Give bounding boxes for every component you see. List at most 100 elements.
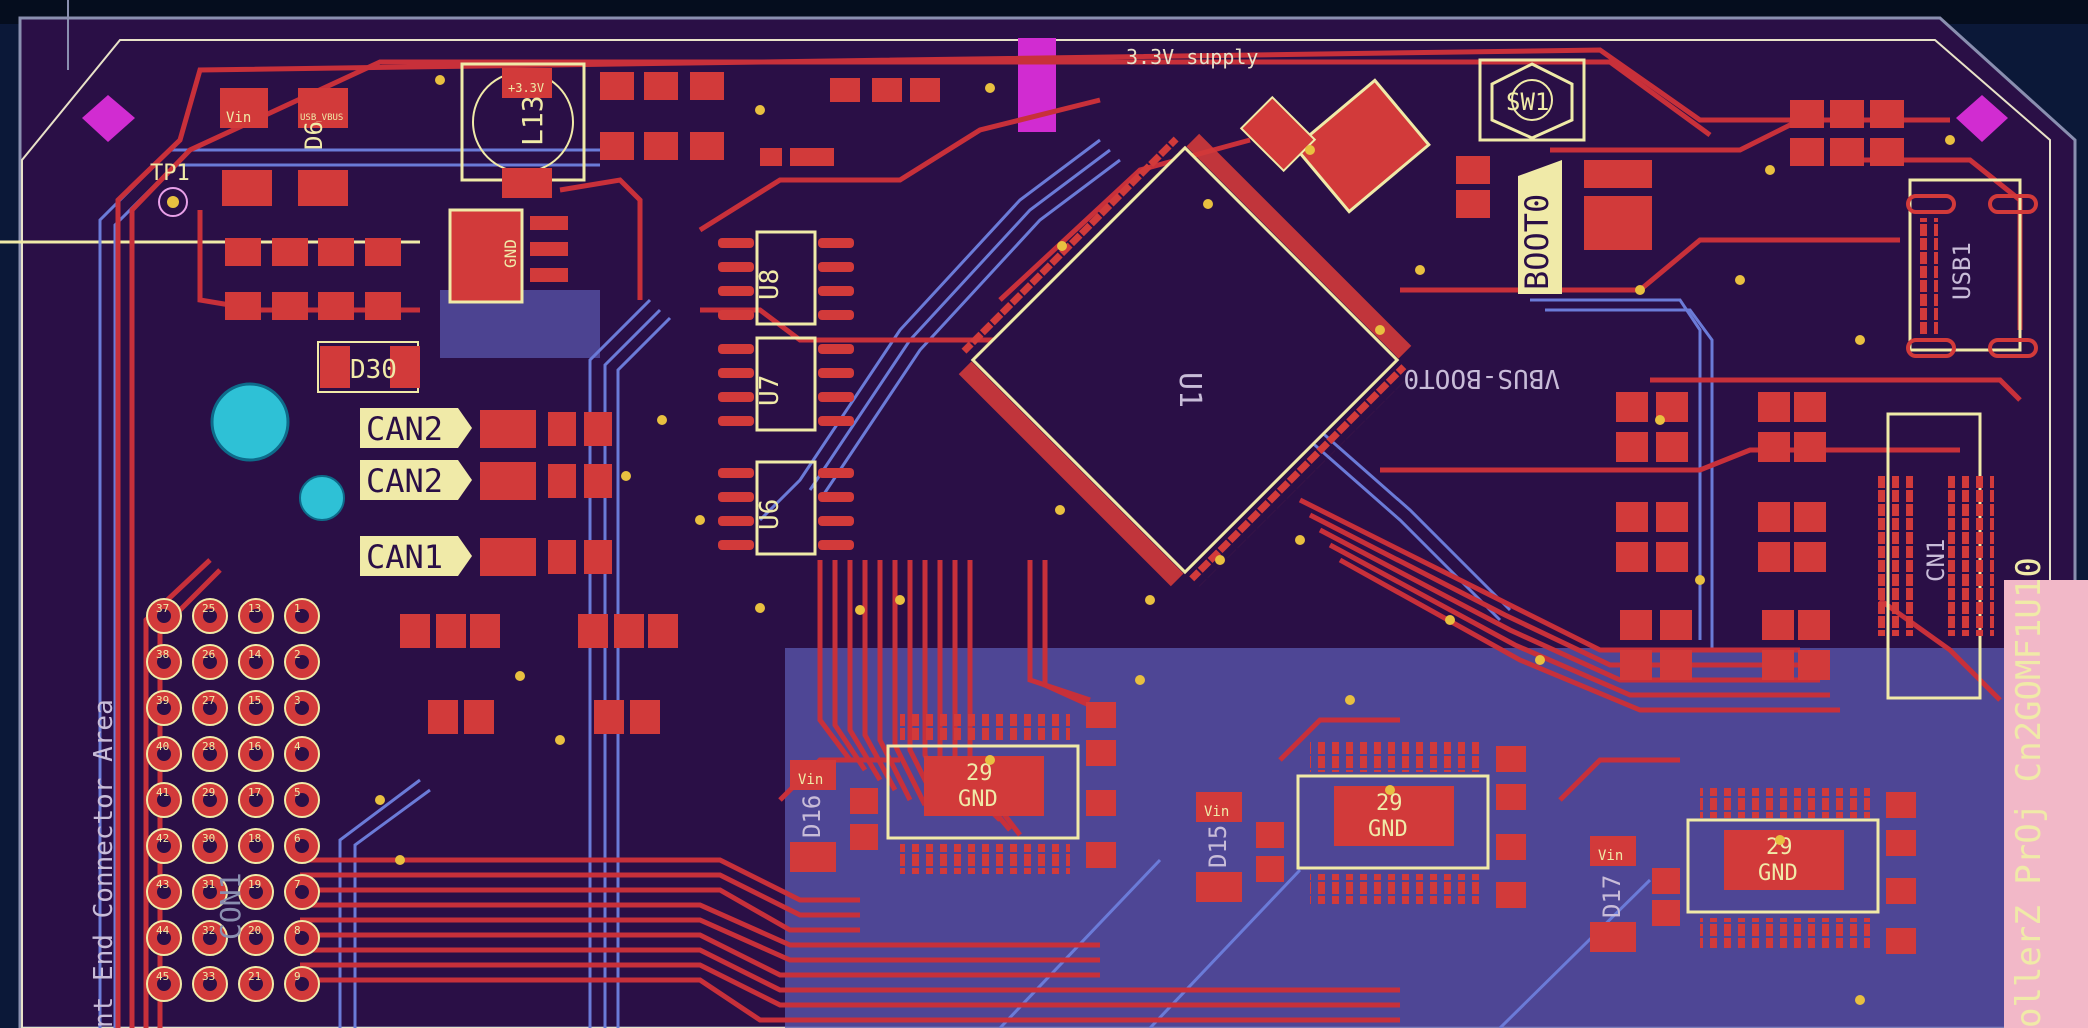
header-pin-number: 14 xyxy=(248,648,262,661)
header-pin-number: 27 xyxy=(202,694,215,707)
via xyxy=(1135,675,1145,685)
d16-vin-label: Vin xyxy=(798,772,823,788)
con1-label: CON1 xyxy=(214,873,247,940)
header-pin-number: 15 xyxy=(248,694,261,707)
via xyxy=(1415,265,1425,275)
d6-label: D6 xyxy=(300,121,328,150)
ic-bottom-1-net: GND xyxy=(958,787,998,812)
header-pin-number: 5 xyxy=(294,786,301,799)
via xyxy=(985,755,995,765)
d15-label: D15 xyxy=(1204,825,1232,868)
area-label: nt End Connector Area xyxy=(89,699,119,1028)
via xyxy=(1655,415,1665,425)
d16-label: D16 xyxy=(798,795,826,838)
vbus-boot0-label: VBUS-BOOT0 xyxy=(1403,363,1560,393)
cn1-label: CN1 xyxy=(1922,539,1950,582)
via xyxy=(1203,199,1213,209)
via xyxy=(555,735,565,745)
via xyxy=(621,471,631,481)
via xyxy=(1695,575,1705,585)
header-pin-number: 20 xyxy=(248,924,261,937)
boot0-label-text: BOOT0 xyxy=(1518,194,1556,290)
d17-label: D17 xyxy=(1598,875,1626,918)
via xyxy=(657,415,667,425)
can-label-3: CAN1 xyxy=(360,536,472,576)
via xyxy=(855,605,865,615)
can-label-2: CAN2 xyxy=(360,460,472,500)
header-pin-number: 28 xyxy=(202,740,215,753)
u7-label: U7 xyxy=(755,375,785,406)
via xyxy=(1765,165,1775,175)
header-pin-number: 37 xyxy=(156,602,169,615)
can-label-3-text: CAN1 xyxy=(366,538,443,576)
mounting-hole-small xyxy=(299,475,345,521)
header-pin-number: 30 xyxy=(202,832,215,845)
header-pin-number: 2 xyxy=(294,648,301,661)
header-pin-number: 4 xyxy=(294,740,301,753)
via xyxy=(1855,995,1865,1005)
header-pin-number: 29 xyxy=(202,786,215,799)
u8-label: U8 xyxy=(755,269,785,300)
header-pin-number: 18 xyxy=(248,832,261,845)
via xyxy=(1145,595,1155,605)
via xyxy=(1855,335,1865,345)
header-pin-number: 45 xyxy=(156,970,169,983)
header-pin-number: 1 xyxy=(294,602,301,615)
header-pin-number: 39 xyxy=(156,694,169,707)
header-pin-number: 7 xyxy=(294,878,301,891)
header-pin-number: 42 xyxy=(156,832,169,845)
via xyxy=(1735,275,1745,285)
mounting-hole-large xyxy=(210,382,290,462)
header-pin-number: 9 xyxy=(294,970,301,983)
supply-title: 3.3V supply xyxy=(1126,45,1258,69)
via xyxy=(395,855,405,865)
via xyxy=(1385,785,1395,795)
mcu-label: U1 xyxy=(1172,372,1207,408)
can-label-2-text: CAN2 xyxy=(366,462,443,500)
header-pin-number: 44 xyxy=(156,924,170,937)
d17-vin-label: Vin xyxy=(1598,848,1623,864)
header-pin-number: 43 xyxy=(156,878,169,891)
l13-label: L13 xyxy=(516,95,549,146)
via xyxy=(1775,835,1785,845)
can-label-1: CAN2 xyxy=(360,408,472,448)
header-pin-number: 38 xyxy=(156,648,169,661)
via xyxy=(985,83,995,93)
d15-vin-label: Vin xyxy=(1204,804,1229,820)
ic-bottom-3-net: GND xyxy=(1758,861,1798,886)
via xyxy=(1305,145,1315,155)
header-pin-number: 3 xyxy=(294,694,301,707)
via xyxy=(1635,285,1645,295)
pcb-canvas[interactable]: U1 U8 U7 U6 +3.3V L13 Vin USB_VBUS D6 TP… xyxy=(0,0,2088,1028)
via xyxy=(755,105,765,115)
header-pin-number: 25 xyxy=(202,602,215,615)
via xyxy=(895,595,905,605)
tp1-label: TP1 xyxy=(150,161,190,186)
ic-bottom-2-net: GND xyxy=(1368,817,1408,842)
via xyxy=(1945,135,1955,145)
d30-label: D30 xyxy=(350,355,397,385)
d6-vin-label: Vin xyxy=(226,110,251,126)
l13-v33-label: +3.3V xyxy=(508,81,544,95)
header-pin-number: 21 xyxy=(248,970,261,983)
via xyxy=(1295,535,1305,545)
can-label-1-text: CAN2 xyxy=(366,410,443,448)
via xyxy=(1445,615,1455,625)
header-pin-number: 33 xyxy=(202,970,215,983)
header-pin-number: 13 xyxy=(248,602,261,615)
header-pin-number: 40 xyxy=(156,740,169,753)
edge-text: ollerZ PrOj Cn2GOMF1U10 xyxy=(2009,557,2049,1028)
header-pin-number: 16 xyxy=(248,740,261,753)
via xyxy=(435,75,445,85)
u6-label: U6 xyxy=(755,499,785,530)
via xyxy=(755,603,765,613)
header-pin-number: 19 xyxy=(248,878,261,891)
via xyxy=(1345,695,1355,705)
via xyxy=(695,515,705,525)
boot0-label: BOOT0 xyxy=(1518,160,1562,294)
via xyxy=(375,795,385,805)
via xyxy=(515,671,525,681)
header-pin-number: 8 xyxy=(294,924,301,937)
regulator-gnd-label: GND xyxy=(501,239,520,268)
via xyxy=(1375,325,1385,335)
